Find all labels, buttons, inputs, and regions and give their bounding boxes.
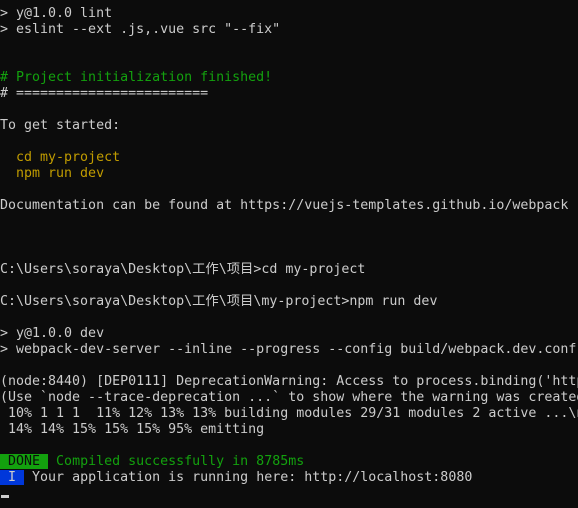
terminal-window[interactable]: > y@1.0.0 lint > eslint --ext .js,.vue sr… <box>0 0 578 508</box>
terminal-line: (node:8440) [DEP0111] DeprecationWarning… <box>0 374 578 389</box>
terminal-line: C:\Users\soraya\Desktop\工作\项目>cd my-proj… <box>0 262 366 277</box>
terminal-line: To get started: <box>0 118 121 133</box>
terminal-line: # ======================== <box>0 86 209 101</box>
terminal-line: npm run dev <box>0 166 105 181</box>
done-message: Compiled successfully in 8785ms <box>48 454 305 469</box>
terminal-line: cd my-project <box>0 150 121 165</box>
terminal-line: 14% 14% 15% 15% 15% 95% emitting <box>0 422 265 437</box>
text-cursor <box>1 495 9 498</box>
terminal-line: 10% 1 1 1 11% 12% 13% 13% building modul… <box>8 406 578 421</box>
info-badge: I <box>0 470 25 485</box>
done-status-line: DONE Compiled successfully in 8785ms <box>0 454 578 470</box>
info-message: Your application is running here: http:/… <box>24 470 473 485</box>
terminal-output: > y@1.0.0 lint > eslint --ext .js,.vue sr… <box>0 6 578 454</box>
terminal-line: > webpack-dev-server --inline --progress… <box>0 342 578 357</box>
terminal-line: > eslint --ext .js,.vue src "--fix" <box>0 22 281 37</box>
info-status-line: I Your application is running here: http… <box>0 470 578 486</box>
terminal-line: > y@1.0.0 lint <box>0 6 113 21</box>
terminal-line: Documentation can be found at https://vu… <box>0 198 569 213</box>
terminal-line: C:\Users\soraya\Desktop\工作\项目\my-project… <box>0 294 438 309</box>
done-badge: DONE <box>0 454 49 469</box>
terminal-line: # Project initialization finished! <box>0 70 273 85</box>
terminal-line: > y@1.0.0 dev <box>0 326 105 341</box>
terminal-line: (Use `node --trace-deprecation ...` to s… <box>0 390 578 405</box>
